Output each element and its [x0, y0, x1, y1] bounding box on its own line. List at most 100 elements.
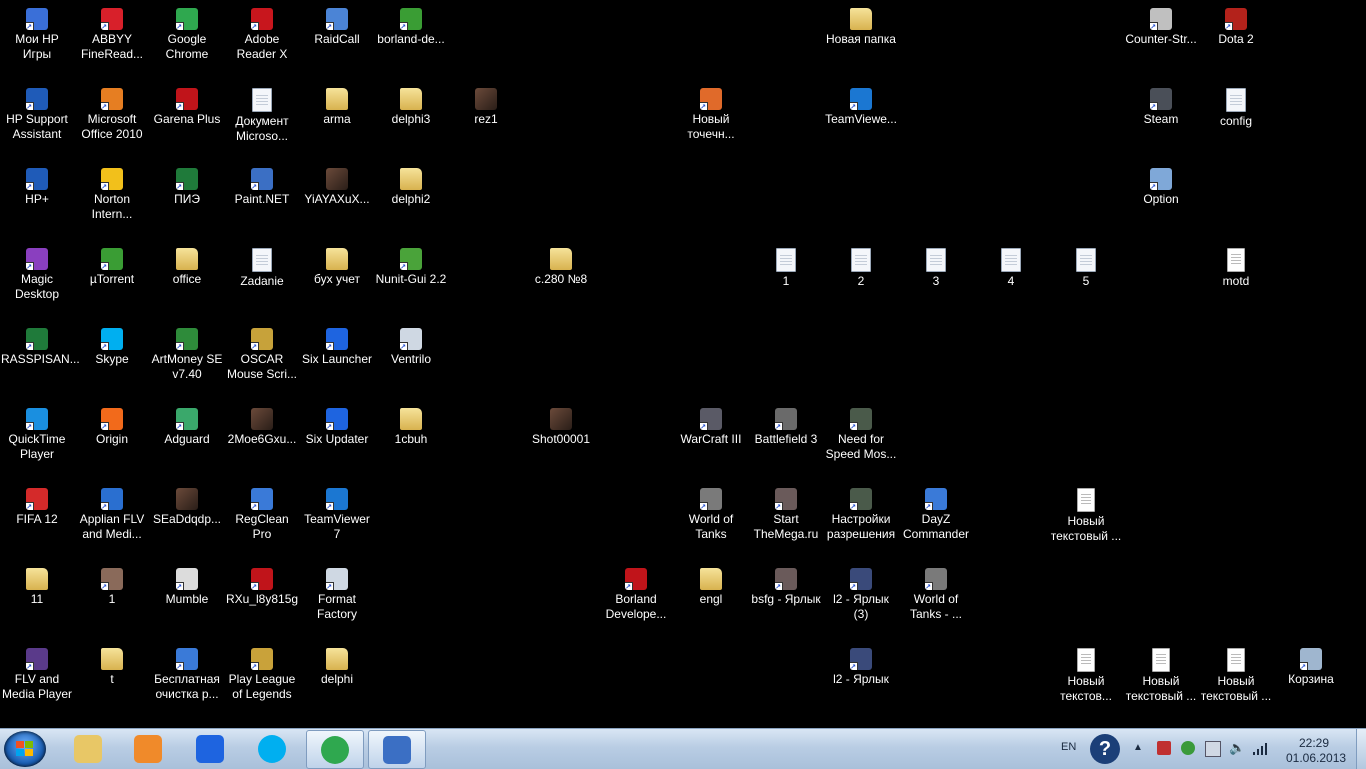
desktop-icon-novyy-tekstovyy-3[interactable]: Новый текстовый ... [1124, 642, 1198, 718]
desktop-icon-teamviewer-top[interactable]: ↗ TeamViewe... [824, 82, 898, 158]
desktop-icon-adguard[interactable]: ↗ Adguard [150, 402, 224, 478]
desktop-icon-format-factory[interactable]: ↗ Format Factory [300, 562, 374, 638]
desktop-icon-quicktime-player[interactable]: ↗ QuickTime Player [0, 402, 74, 478]
desktop-icon-besplatnaya-ochistka[interactable]: ↗ Бесплатная очистка р... [150, 642, 224, 718]
desktop-icon-2moe6gxu[interactable]: 2Moe6Gxu... [225, 402, 299, 478]
desktop-icon-t[interactable]: t [75, 642, 149, 718]
desktop-icon-office[interactable]: office [150, 242, 224, 318]
desktop-icon-shot00001[interactable]: Shot00001 [524, 402, 598, 478]
language-indicator[interactable]: EN [1061, 741, 1076, 753]
show-hidden-icons-icon[interactable]: ▲ [1133, 742, 1143, 753]
help-icon[interactable]: ? [1090, 734, 1120, 764]
desktop-icon-novyy-tekstov-2[interactable]: Новый текстов... [1049, 642, 1123, 718]
desktop-icon-hp-support-assistant[interactable]: ↗ HP Support Assistant [0, 82, 74, 158]
desktop-icon-rxu-l8y815g[interactable]: ↗ RXu_l8y815g [225, 562, 299, 638]
desktop-icon-rasspisan[interactable]: ↗ RASSPISAN... [0, 322, 80, 398]
desktop-icon-play-league[interactable]: ↗ Play League of Legends [225, 642, 299, 718]
desktop-icon-flv-media-player[interactable]: ↗ FLV and Media Player [0, 642, 74, 718]
desktop-icon-world-of-tanks-2[interactable]: ↗ World of Tanks - ... [899, 562, 973, 638]
desktop-icon-raidcall[interactable]: ↗ RaidCall [300, 2, 374, 78]
desktop-icon-nunit-gui[interactable]: ↗ Nunit-Gui 2.2 [374, 242, 448, 318]
desktop-icon-six-launcher[interactable]: ↗ Six Launcher [300, 322, 374, 398]
desktop-icon-steam[interactable]: ↗ Steam [1124, 82, 1198, 158]
desktop-icon-abbyy-finereader[interactable]: ↗ ABBYY FineRead... [75, 2, 149, 78]
desktop-icon-nastroyki-razresheniya[interactable]: ↗ Настройки разрешения [824, 482, 898, 558]
clock-time[interactable]: 22:29 [1299, 736, 1329, 750]
desktop-icon-korzina[interactable]: ↗ Корзина [1274, 642, 1348, 718]
desktop-icon-seaddqdp[interactable]: SEaDdqdp... [150, 482, 224, 558]
desktop-icon-doc-5[interactable]: 5 [1049, 242, 1123, 318]
desktop-icon-rez1[interactable]: rez1 [449, 82, 523, 158]
desktop-icon-borland-de[interactable]: ↗ borland-de... [374, 2, 448, 78]
desktop-icon-battlefield-3[interactable]: ↗ Battlefield 3 [749, 402, 823, 478]
desktop-icon-doc-4[interactable]: 4 [974, 242, 1048, 318]
desktop-icon-bsfg-yarlyk[interactable]: ↗ bsfg - Ярлык [749, 562, 823, 638]
desktop-icon-utorrent[interactable]: ↗ µTorrent [75, 242, 149, 318]
desktop-icon-teamviewer-7[interactable]: ↗ TeamViewer 7 [300, 482, 374, 558]
clock-date[interactable]: 01.06.2013 [1286, 751, 1346, 765]
desktop-icon-novyy-tochechnyy[interactable]: ↗ Новый точечн... [674, 82, 748, 158]
desktop-icon-adobe-reader-x[interactable]: ↗ Adobe Reader X [225, 2, 299, 78]
desktop-icon-dokument-microsoft[interactable]: Документ Microso... [225, 82, 299, 158]
desktop-icon-delphi[interactable]: delphi [300, 642, 374, 718]
volume-icon[interactable]: 🔈 [1229, 741, 1245, 755]
desktop-icon-applian-flv[interactable]: ↗ Applian FLV and Medi... [75, 482, 149, 558]
desktop-icon-buh-uchet[interactable]: бух учет [300, 242, 374, 318]
desktop-icon-dota-2[interactable]: ↗ Dota 2 [1199, 2, 1273, 78]
desktop-icon-warcraft-iii[interactable]: ↗ WarCraft III [674, 402, 748, 478]
desktop-icon-paint-net[interactable]: ↗ Paint.NET [225, 162, 299, 238]
applian-flv-icon: ↗ [101, 488, 123, 510]
desktop-icon-motd[interactable]: motd [1199, 242, 1273, 318]
desktop-icon-doc-2[interactable]: 2 [824, 242, 898, 318]
security-icon[interactable] [1181, 741, 1195, 755]
desktop-icon-novyy-tekstovyy-4[interactable]: Новый текстовый ... [1199, 642, 1273, 718]
desktop-icon-norton-internet[interactable]: ↗ Norton Intern... [75, 162, 149, 238]
desktop-icon-origin[interactable]: ↗ Origin [75, 402, 149, 478]
desktop-icon-config[interactable]: config [1199, 82, 1273, 158]
fifa-12-icon: ↗ [26, 488, 48, 510]
desktop-icon-l2-yarlyk-3[interactable]: ↗ l2 - Ярлык (3) [824, 562, 898, 638]
desktop-icon-option[interactable]: ↗ Option [1124, 162, 1198, 238]
desktop-icon-novaya-papka[interactable]: Новая папка [824, 2, 898, 78]
desktop-icon-delphi3[interactable]: delphi3 [374, 82, 448, 158]
desktop-icon-regclean-pro[interactable]: ↗ RegClean Pro [225, 482, 299, 558]
desktop-icon-artmoney-se[interactable]: ↗ ArtMoney SE v7.40 [150, 322, 224, 398]
signal-icon[interactable] [1253, 741, 1269, 755]
desktop-icon-need-for-speed[interactable]: ↗ Need for Speed Mos... [824, 402, 898, 478]
desktop-icon-start-themega[interactable]: ↗ Start TheMega.ru [749, 482, 823, 558]
desktop-icon-magic-desktop[interactable]: ↗ Magic Desktop [0, 242, 74, 318]
desktop-icon-arma[interactable]: arma [300, 82, 374, 158]
desktop-icon-skype[interactable]: ↗ Skype [75, 322, 149, 398]
option-icon: ↗ [1150, 168, 1172, 190]
desktop-icon-hp-plus[interactable]: ↗ HP+ [0, 162, 74, 238]
device-icon[interactable] [1205, 741, 1221, 757]
desktop-icon-dayz-commander[interactable]: ↗ DayZ Commander [899, 482, 973, 558]
desktop-icon-moi-hp-igry[interactable]: ↗ Мои HP Игры [0, 2, 74, 78]
desktop-icon-doc-1[interactable]: 1 [749, 242, 823, 318]
desktop-icon-novyy-tekstovyy-1[interactable]: Новый текстовый ... [1049, 482, 1123, 558]
desktop-icon-doc-3[interactable]: 3 [899, 242, 973, 318]
desktop-icon-yiayaxux[interactable]: YiAYAXuX... [300, 162, 374, 238]
desktop-icon-world-of-tanks[interactable]: ↗ World of Tanks [674, 482, 748, 558]
desktop-icon-ventrilo[interactable]: ↗ Ventrilo [374, 322, 448, 398]
desktop-icon-garena-plus[interactable]: ↗ Garena Plus [150, 82, 224, 158]
desktop-icon-item-1[interactable]: ↗ 1 [75, 562, 149, 638]
desktop-icon-google-chrome[interactable]: ↗ Google Chrome [150, 2, 224, 78]
desktop-icon-c280-n8[interactable]: с.280 №8 [524, 242, 598, 318]
desktop-icon-counter-strike[interactable]: ↗ Counter-Str... [1124, 2, 1198, 78]
desktop-icon-zadanie[interactable]: Zadanie [225, 242, 299, 318]
desktop-icon-delphi2[interactable]: delphi2 [374, 162, 448, 238]
desktop-icon-1cbuh[interactable]: 1cbuh [374, 402, 448, 478]
desktop-icon-oscar-mouse[interactable]: ↗ OSCAR Mouse Scri... [225, 322, 299, 398]
desktop-icon-engl[interactable]: engl [674, 562, 748, 638]
desktop-icon-six-updater[interactable]: ↗ Six Updater [300, 402, 374, 478]
network-error-icon[interactable] [1157, 741, 1171, 755]
desktop-icon-l2-yarlyk[interactable]: ↗ l2 - Ярлык [824, 642, 898, 718]
desktop-icon-piz[interactable]: ↗ ПИЭ [150, 162, 224, 238]
desktop-icon-borland-developer[interactable]: ↗ Borland Develope... [599, 562, 673, 638]
show-desktop-button[interactable] [1356, 729, 1366, 769]
desktop-icon-fifa-12[interactable]: ↗ FIFA 12 [0, 482, 74, 558]
desktop-icon-microsoft-office-2010[interactable]: ↗ Microsoft Office 2010 [75, 82, 149, 158]
desktop-icon-folder-11[interactable]: 11 [0, 562, 74, 638]
desktop-icon-mumble[interactable]: ↗ Mumble [150, 562, 224, 638]
